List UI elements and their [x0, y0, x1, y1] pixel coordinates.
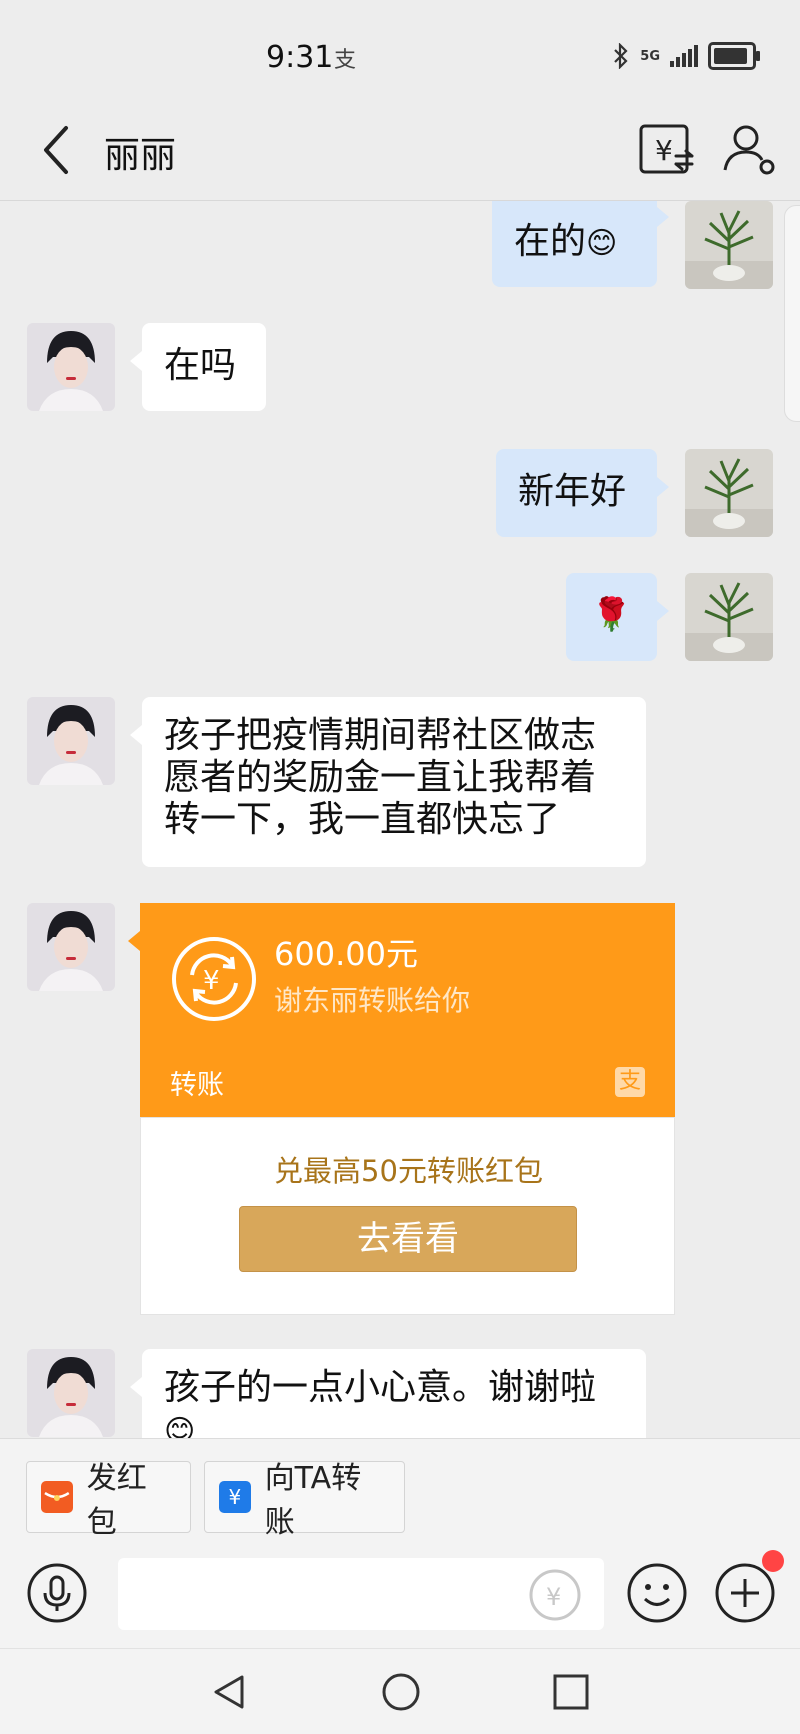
red-packet-label: 发红包	[86, 1461, 147, 1540]
contact-avatar[interactable]	[27, 903, 115, 991]
transfer-description: 谢东丽转账给你	[274, 984, 471, 1017]
plant-avatar-image	[685, 573, 773, 661]
message-bubble-self[interactable]: 新年好	[496, 449, 669, 537]
message-bubble-contact[interactable]: 孩子把疫情期间帮社区做志愿者的奖励金一直让我帮着转一下，我一直都快忘了	[130, 697, 646, 867]
message-text: 在吗	[164, 345, 237, 386]
svg-text:¥: ¥	[655, 134, 673, 167]
nav-recents-icon[interactable]	[550, 1671, 592, 1713]
message-text: 孩子的一点小心意。谢谢啦	[164, 1367, 597, 1408]
woman-avatar-image	[27, 1349, 115, 1437]
emoji-icon[interactable]	[626, 1562, 688, 1624]
side-scroll-handle[interactable]	[784, 205, 800, 422]
contact-avatar[interactable]	[27, 697, 115, 785]
transfer-label: 转账	[170, 1070, 224, 1101]
smile-emoji: 😊	[164, 1414, 196, 1438]
bluetooth-icon	[614, 43, 628, 69]
promo-text: 兑最高50元转账红包	[274, 1154, 543, 1188]
smile-emoji: 😊	[586, 226, 618, 261]
nav-back-icon[interactable]	[208, 1671, 250, 1713]
network-5g-icon: 5G	[640, 48, 660, 64]
signal-icon	[670, 45, 698, 67]
transfer-card-header[interactable]: ¥ 600.00元 谢东丽转账给你 转账 支	[128, 903, 675, 1117]
woman-avatar-image	[27, 323, 115, 411]
status-time: 9:31	[266, 40, 334, 75]
transfer-to-ta-button[interactable]: ¥ 向TA转账	[204, 1461, 405, 1540]
chat-header: 丽丽 ¥	[0, 100, 800, 201]
chat-area[interactable]: 在的😊 在吗 新年好 🌹 孩子把疫情期间帮社区做志愿者的奖励金一直让我帮着转一下…	[0, 201, 800, 1438]
status-icons: 5G	[612, 42, 760, 70]
message-text: 孩子把疫情期间帮社区做志愿者的奖励金一直让我帮着转一下，我一直都快忘了	[164, 715, 597, 840]
message-bubble-self[interactable]: 🌹	[566, 573, 669, 661]
message-text: 在的	[514, 221, 587, 262]
woman-avatar-image	[27, 903, 115, 991]
nav-home-icon[interactable]	[380, 1671, 422, 1713]
svg-text:¥: ¥	[203, 966, 220, 996]
contact-profile-icon[interactable]	[720, 120, 780, 180]
message-bubble-contact[interactable]: 孩子的一点小心意。谢谢啦 😊	[130, 1349, 646, 1438]
alipay-logo-icon: 支	[615, 1067, 645, 1097]
view-button[interactable]: 去看看	[239, 1206, 577, 1272]
self-avatar[interactable]	[685, 449, 773, 537]
quick-action-bar: 发红包 ¥ 向TA转账	[0, 1438, 800, 1559]
voice-icon[interactable]	[26, 1562, 88, 1624]
input-bar: ¥	[0, 1550, 800, 1648]
svg-text:¥: ¥	[546, 1583, 561, 1611]
quick-transfer-icon[interactable]: ¥	[528, 1568, 582, 1622]
red-packet-button[interactable]: 发红包	[26, 1461, 191, 1540]
system-nav-bar	[0, 1648, 800, 1734]
red-packet-icon	[41, 1481, 73, 1513]
chat-title: 丽丽	[104, 135, 177, 176]
woman-avatar-image	[27, 697, 115, 785]
rose-emoji: 🌹	[591, 595, 632, 633]
message-text: 新年好	[518, 471, 627, 512]
alipay-status-icon: 支	[334, 48, 357, 73]
message-bubble-contact[interactable]: 在吗	[130, 323, 266, 411]
plant-avatar-image	[685, 201, 773, 289]
transfer-amount: 600.00元	[274, 935, 418, 973]
plus-icon[interactable]	[714, 1562, 776, 1624]
plant-avatar-image	[685, 449, 773, 537]
contact-avatar[interactable]	[27, 323, 115, 411]
contact-avatar[interactable]	[27, 1349, 115, 1437]
status-bar: 9:31 支 5G	[0, 0, 800, 100]
notification-dot	[762, 1550, 784, 1572]
message-bubble-self[interactable]: 在的😊	[492, 201, 669, 287]
transfer-record-icon[interactable]: ¥	[636, 120, 696, 180]
self-avatar[interactable]	[685, 201, 773, 289]
battery-icon	[708, 42, 760, 70]
transfer-yen-icon: ¥	[172, 937, 256, 1021]
back-arrow-icon[interactable]	[38, 122, 78, 178]
transfer-to-ta-label: 向TA转账	[264, 1461, 362, 1540]
self-avatar[interactable]	[685, 573, 773, 661]
transfer-promo: 兑最高50元转账红包 去看看	[140, 1117, 675, 1315]
transfer-card[interactable]: ¥ 600.00元 谢东丽转账给你 转账 支 兑最高50元转账红包 去看看	[128, 903, 675, 1315]
transfer-icon: ¥	[219, 1481, 251, 1513]
